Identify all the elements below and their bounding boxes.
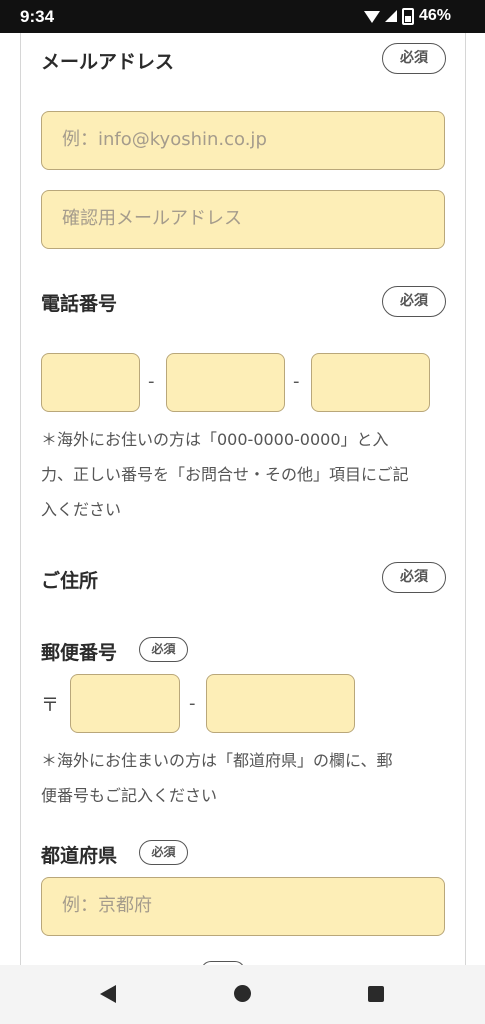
postal-separator: - <box>189 693 196 714</box>
phone-note-line-3: 入ください <box>41 500 122 519</box>
contact-form: メールアドレス 必須 例：info@kyoshin.co.jp 確認用メールアド… <box>20 33 466 972</box>
email-required-badge: 必須 <box>382 43 446 74</box>
phone-note-line-2: 力、正しい番号を「お問合せ・その他」項目にご記 <box>41 465 409 484</box>
postal-input-1[interactable] <box>70 674 180 733</box>
postal-label: 郵便番号 <box>41 642 118 664</box>
postal-mark: 〒 <box>41 695 59 716</box>
home-icon[interactable] <box>234 985 251 1002</box>
phone-input-1[interactable] <box>41 353 140 412</box>
postal-note-line-2: 便番号もご記入ください <box>41 786 218 805</box>
phone-separator-2: - <box>293 371 300 392</box>
address-required-badge: 必須 <box>382 562 446 593</box>
phone-input-3[interactable] <box>311 353 430 412</box>
email-label: メールアドレス <box>41 51 175 73</box>
back-icon[interactable] <box>100 985 116 1003</box>
prefecture-label: 都道府県 <box>41 845 118 867</box>
email-input[interactable]: 例：info@kyoshin.co.jp <box>41 111 445 170</box>
address-label: ご住所 <box>41 570 99 592</box>
recent-apps-icon[interactable] <box>368 986 384 1002</box>
status-bar: 9:34 46% <box>0 0 485 33</box>
battery-icon <box>401 7 414 25</box>
wifi-icon <box>363 11 380 23</box>
prefecture-required-badge: 必須 <box>139 840 188 865</box>
phone-separator-1: - <box>148 371 155 392</box>
postal-required-badge: 必須 <box>139 637 188 662</box>
phone-required-badge: 必須 <box>382 286 446 317</box>
email-confirm-input[interactable]: 確認用メールアドレス <box>41 190 445 249</box>
postal-note-line-1: ＊海外にお住まいの方は「都道府県」の欄に、郵 <box>41 751 393 770</box>
postal-input-2[interactable] <box>206 674 355 733</box>
battery-percent: 46% <box>418 7 451 24</box>
prefecture-input[interactable]: 例：京都府 <box>41 877 445 936</box>
signal-icon <box>384 10 397 22</box>
phone-input-2[interactable] <box>166 353 285 412</box>
status-icons: 46% <box>363 7 451 25</box>
phone-note-line-1: ＊海外にお住いの方は「000-0000-0000」と入 <box>41 430 389 449</box>
status-time: 9:34 <box>20 7 55 26</box>
phone-label: 電話番号 <box>41 293 118 315</box>
